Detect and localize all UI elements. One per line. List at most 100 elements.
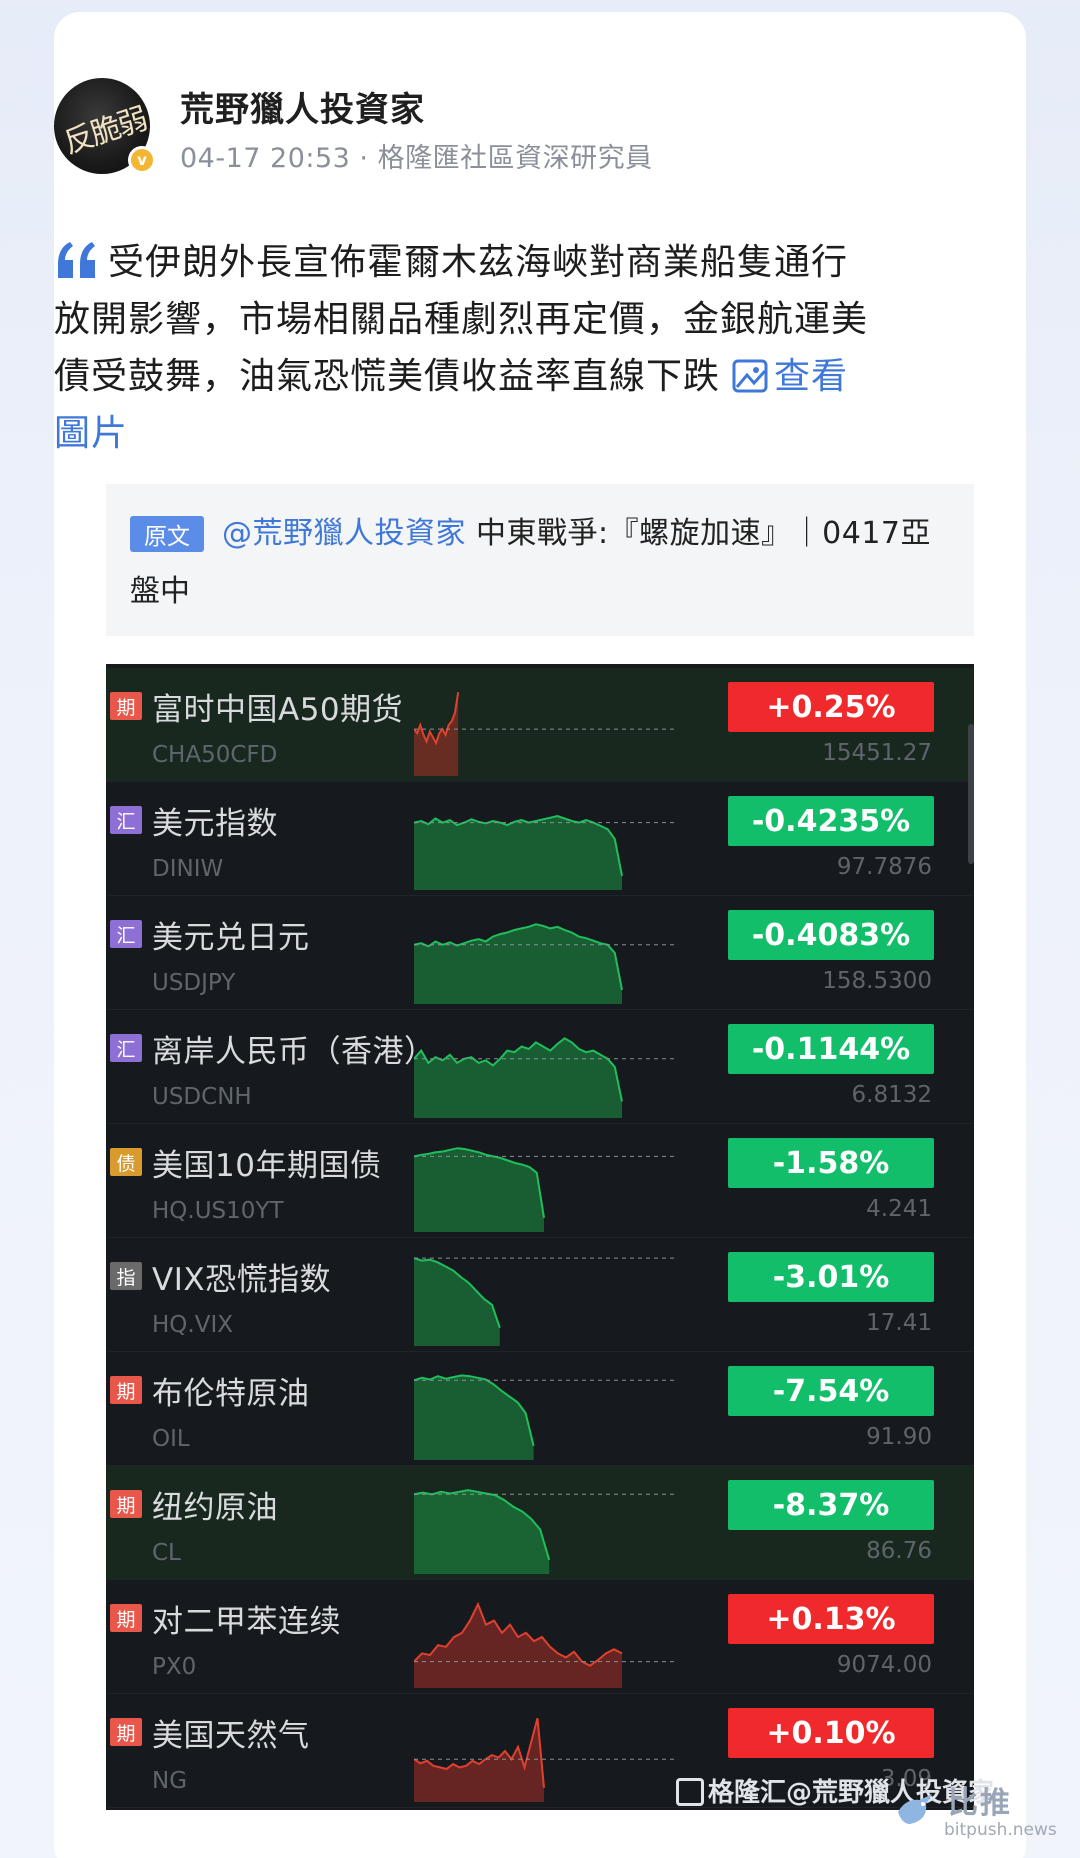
instrument-type-badge: 期 <box>110 1376 142 1404</box>
sparkline-area <box>414 924 622 1004</box>
quote-row[interactable]: 期对二甲苯连续 PX0 +0.13% 9074.00 <box>106 1580 974 1694</box>
instrument-code: PX0 <box>152 1654 197 1680</box>
sparkline-area <box>414 1718 544 1802</box>
instrument-type-badge: 期 <box>110 1604 142 1632</box>
instrument-code: CL <box>152 1540 181 1566</box>
post-line-4: 圖片 <box>54 405 974 462</box>
sparkline-area <box>414 692 459 776</box>
intraday-sparkline <box>414 1147 674 1232</box>
instrument-code: HQ.US10YT <box>152 1198 284 1224</box>
author-name[interactable]: 荒野獵人投資家 <box>180 82 425 131</box>
quote-row[interactable]: 期布伦特原油 OIL -7.54% 91.90 <box>106 1352 974 1466</box>
original-author-mention[interactable]: @荒野獵人投資家 <box>222 516 466 551</box>
instrument-name: 美国天然气 <box>152 1718 310 1754</box>
view-image-link-cont[interactable]: 圖片 <box>54 413 128 454</box>
quote-row[interactable]: 期纽约原油 CL -8.37% 86.76 <box>106 1466 974 1580</box>
change-percent-badge: -7.54% <box>728 1366 934 1416</box>
sparkline-area <box>414 816 622 890</box>
change-percent-badge: -1.58% <box>728 1138 934 1188</box>
instrument-type-badge: 汇 <box>110 920 142 948</box>
original-title-line-1: @荒野獵人投資家 中東戰爭:『螺旋加速』｜0417亞 <box>222 508 931 552</box>
intraday-sparkline <box>414 1717 674 1802</box>
instrument-name: 富时中国A50期货 <box>152 692 404 728</box>
intraday-sparkline <box>414 1257 674 1346</box>
instrument-type-badge: 期 <box>110 1490 142 1518</box>
sparkline-area <box>414 1375 534 1460</box>
instrument-code: HQ.VIX <box>152 1312 233 1338</box>
bitpush-bird-icon <box>898 1794 932 1824</box>
last-price: 4.241 <box>866 1196 932 1222</box>
original-post-box[interactable]: 原文 @荒野獵人投資家 中東戰爭:『螺旋加速』｜0417亞 盤中 <box>106 484 974 636</box>
intraday-sparkline <box>414 1601 674 1688</box>
instrument-code: DINIW <box>152 856 224 882</box>
post-line-1: 受伊朗外長宣佈霍爾木茲海峽對商業船隻通行 <box>54 234 974 291</box>
instrument-name: 布伦特原油 <box>152 1376 310 1412</box>
instrument-name: 对二甲苯连续 <box>152 1604 341 1640</box>
post-line-2: 放開影響，市場相關品種劇烈再定價，金銀航運美 <box>54 291 974 348</box>
instrument-name: 美国10年期国债 <box>152 1148 382 1184</box>
post-text-line-3: 債受鼓舞，油氣恐慌美債收益率直線下跌 <box>54 356 721 397</box>
scrollbar[interactable] <box>968 724 974 864</box>
instrument-code: OIL <box>152 1426 190 1452</box>
last-price: 97.7876 <box>836 854 932 880</box>
last-price: 6.8132 <box>851 1082 932 1108</box>
change-percent-badge: -3.01% <box>728 1252 934 1302</box>
instrument-name: 美元指数 <box>152 806 278 842</box>
last-price: 86.76 <box>866 1538 932 1564</box>
instrument-name: 纽约原油 <box>152 1490 278 1526</box>
view-image-link[interactable]: 查看 <box>774 356 848 397</box>
market-quotes-panel: 期富时中国A50期货 CHA50CFD +0.25% 15451.27 汇美元指数 DIN… <box>106 664 974 1810</box>
quote-icon <box>58 242 95 278</box>
intraday-sparkline <box>414 1037 674 1118</box>
post-body: 受伊朗外長宣佈霍爾木茲海峽對商業船隻通行 放開影響，市場相關品種劇烈再定價，金銀… <box>54 234 974 462</box>
gelonghui-logo-icon <box>676 1778 704 1806</box>
instrument-type-badge: 期 <box>110 692 142 720</box>
intraday-sparkline <box>414 692 674 776</box>
instrument-name: 美元兑日元 <box>152 920 310 956</box>
last-price: 17.41 <box>866 1310 932 1336</box>
intraday-sparkline <box>414 814 674 890</box>
quote-row[interactable]: 汇离岸人民币（香港） USDCNH -0.1144% 6.8132 <box>106 1010 974 1124</box>
quote-row[interactable]: 期富时中国A50期货 CHA50CFD +0.25% 15451.27 <box>106 668 974 782</box>
instrument-code: CHA50CFD <box>152 742 278 768</box>
post-line-3: 債受鼓舞，油氣恐慌美債收益率直線下跌 查看 <box>54 348 974 405</box>
post-text-line-2: 放開影響，市場相關品種劇烈再定價，金銀航運美 <box>54 299 869 340</box>
verified-badge-icon: v <box>128 146 156 174</box>
original-title-line-2: 盤中 <box>130 574 190 609</box>
image-icon[interactable] <box>732 359 768 393</box>
instrument-type-badge: 汇 <box>110 806 142 834</box>
bitpush-watermark-url: bitpush.news <box>944 1820 1057 1840</box>
bitpush-watermark: 比推 bitpush.news <box>896 1778 1076 1848</box>
post-header: 反脆弱 v 荒野獵人投資家 04-17 20:53 · 格隆匯社區資深研究員 <box>54 64 934 184</box>
quote-row[interactable]: 债美国10年期国债 HQ.US10YT -1.58% 4.241 <box>106 1124 974 1238</box>
change-percent-badge: -0.4083% <box>728 910 934 960</box>
change-percent-badge: -8.37% <box>728 1480 934 1530</box>
original-title-text: 中東戰爭:『螺旋加速』｜0417亞 <box>466 516 931 551</box>
last-price: 9074.00 <box>836 1652 932 1678</box>
post-text-line-1: 受伊朗外長宣佈霍爾木茲海峽對商業船隻通行 <box>108 242 849 283</box>
original-tag: 原文 <box>130 516 204 552</box>
instrument-name: 离岸人民币（香港） <box>152 1034 436 1070</box>
bitpush-watermark-text: 比推 <box>948 1786 1012 1821</box>
instrument-type-badge: 债 <box>110 1148 142 1176</box>
last-price: 15451.27 <box>822 740 932 766</box>
sparkline-area <box>414 1490 550 1574</box>
instrument-code: NG <box>152 1768 188 1794</box>
change-percent-badge: -0.1144% <box>728 1024 934 1074</box>
intraday-sparkline <box>414 1489 674 1574</box>
quote-row[interactable]: 汇美元兑日元 USDJPY -0.4083% 158.5300 <box>106 896 974 1010</box>
sparkline-area <box>414 1148 544 1232</box>
post-meta: 04-17 20:53 · 格隆匯社區資深研究員 <box>180 143 653 174</box>
change-percent-badge: +0.10% <box>728 1708 934 1758</box>
instrument-name: VIX恐慌指数 <box>152 1262 332 1298</box>
instrument-code: USDCNH <box>152 1084 252 1110</box>
instrument-code: USDJPY <box>152 970 236 996</box>
change-percent-badge: -0.4235% <box>728 796 934 846</box>
change-percent-badge: +0.25% <box>728 682 934 732</box>
change-percent-badge: +0.13% <box>728 1594 934 1644</box>
instrument-type-badge: 期 <box>110 1718 142 1746</box>
quote-row[interactable]: 指 VIX恐慌指数 HQ.VIX -3.01% 17.41 <box>106 1238 974 1352</box>
last-price: 91.90 <box>866 1424 932 1450</box>
quote-row[interactable]: 汇美元指数 DINIW -0.4235% 97.7876 <box>106 782 974 896</box>
intraday-sparkline <box>414 1374 674 1460</box>
